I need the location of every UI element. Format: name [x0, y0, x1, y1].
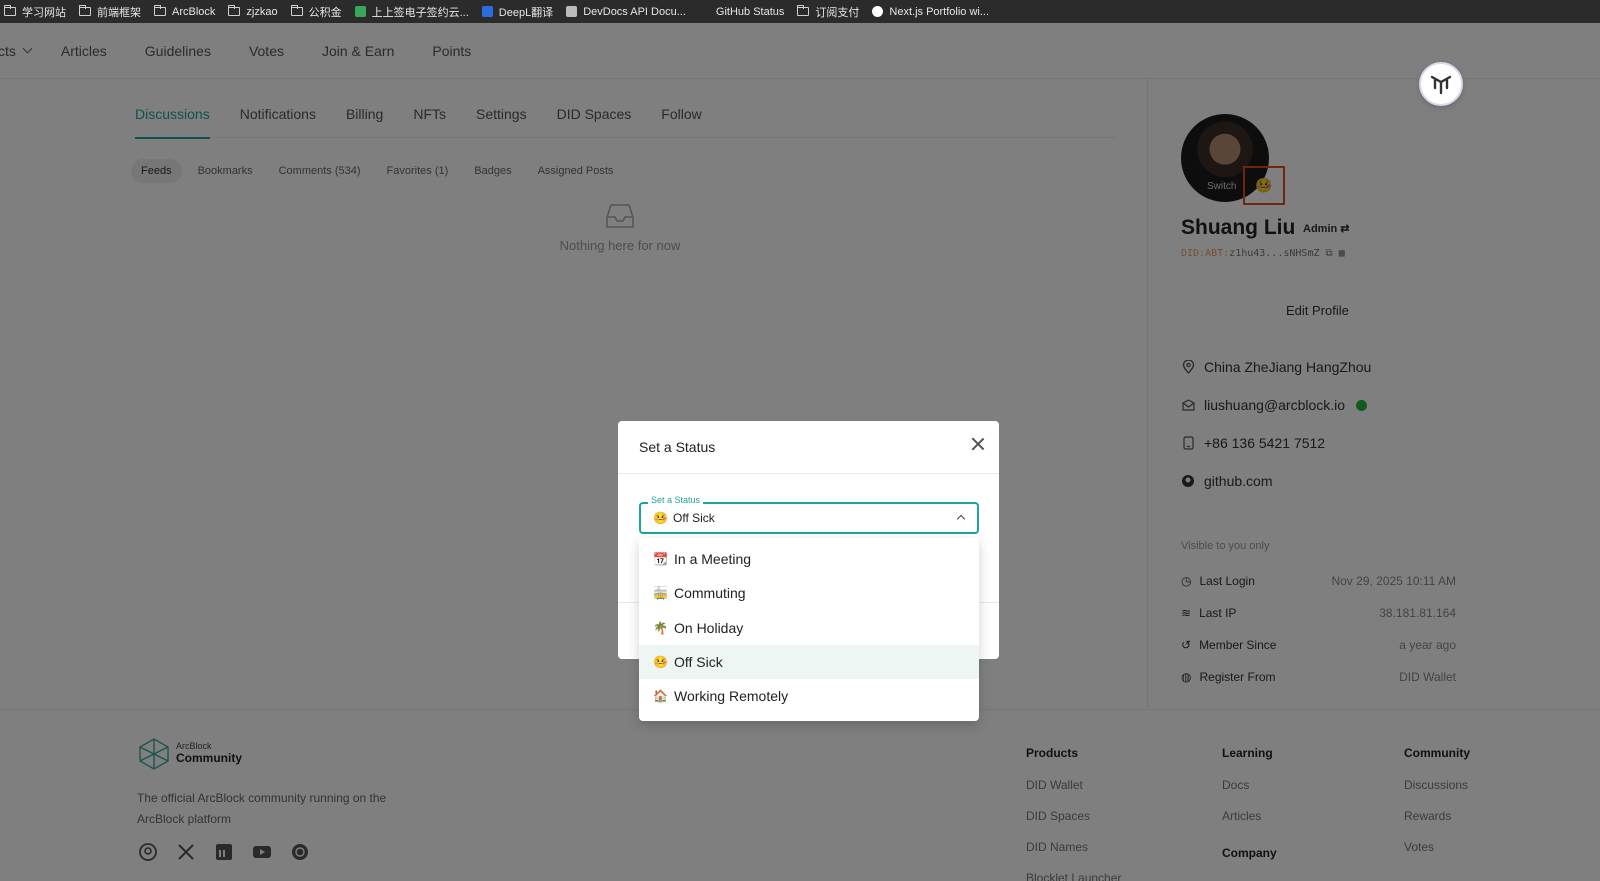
status-option-off-sick[interactable]: 🤒 Off Sick	[639, 644, 979, 680]
dialog-title: Set a Status	[639, 439, 716, 455]
folder-icon	[154, 5, 166, 16]
bookmark-item[interactable]: 订阅支付	[793, 4, 868, 20]
bookmark-item[interactable]: 前端框架	[75, 4, 150, 20]
bookmark-item[interactable]: zjzkao	[224, 5, 286, 18]
bookmark-item[interactable]: ArcBlock	[150, 5, 224, 18]
folder-icon	[290, 5, 303, 16]
status-option-working-remotely[interactable]: 🏠 Working Remotely	[639, 679, 979, 713]
site-icon	[699, 6, 710, 17]
status-options-menu: 📆 In a Meeting 🚋 Commuting 🌴 On Holiday 🤒 Of…	[639, 538, 979, 721]
bookmarks-bar: 学习网站 前端框架 ArcBlock zjzkao 公积金 上上签电子签约云..…	[0, 0, 1600, 23]
bookmark-item[interactable]: DevDocs API Docu...	[562, 6, 695, 18]
site-icon	[481, 6, 493, 17]
divider	[618, 473, 999, 474]
arcblock-logo-icon	[1430, 75, 1452, 95]
bookmark-item[interactable]: DeepL翻译	[478, 4, 562, 20]
close-icon[interactable]	[969, 435, 987, 453]
bookmark-item[interactable]: 学习网站	[0, 4, 75, 20]
site-icon	[354, 6, 366, 17]
status-select[interactable]: 🤒 Off Sick	[639, 502, 979, 534]
bookmark-item[interactable]: Next.js Portfolio wi...	[868, 6, 998, 18]
status-option-on-holiday[interactable]: 🌴 On Holiday	[639, 611, 979, 645]
folder-icon	[79, 5, 91, 16]
status-option-in-a-meeting[interactable]: 📆 In a Meeting	[639, 542, 979, 576]
bookmark-item[interactable]: 上上签电子签约云...	[351, 4, 478, 20]
status-option-commuting[interactable]: 🚋 Commuting	[639, 576, 979, 610]
folder-icon	[797, 5, 810, 16]
bookmark-item[interactable]: GitHub Status	[695, 6, 793, 18]
folder-icon	[4, 5, 16, 16]
folder-icon	[228, 5, 241, 16]
site-icon	[872, 6, 884, 17]
site-icon	[566, 6, 578, 17]
chevron-up-icon	[956, 514, 966, 524]
bookmark-item[interactable]: 公积金	[287, 4, 351, 20]
status-select-label: Set a Status	[648, 495, 704, 505]
app-logo-button[interactable]	[1419, 62, 1463, 106]
